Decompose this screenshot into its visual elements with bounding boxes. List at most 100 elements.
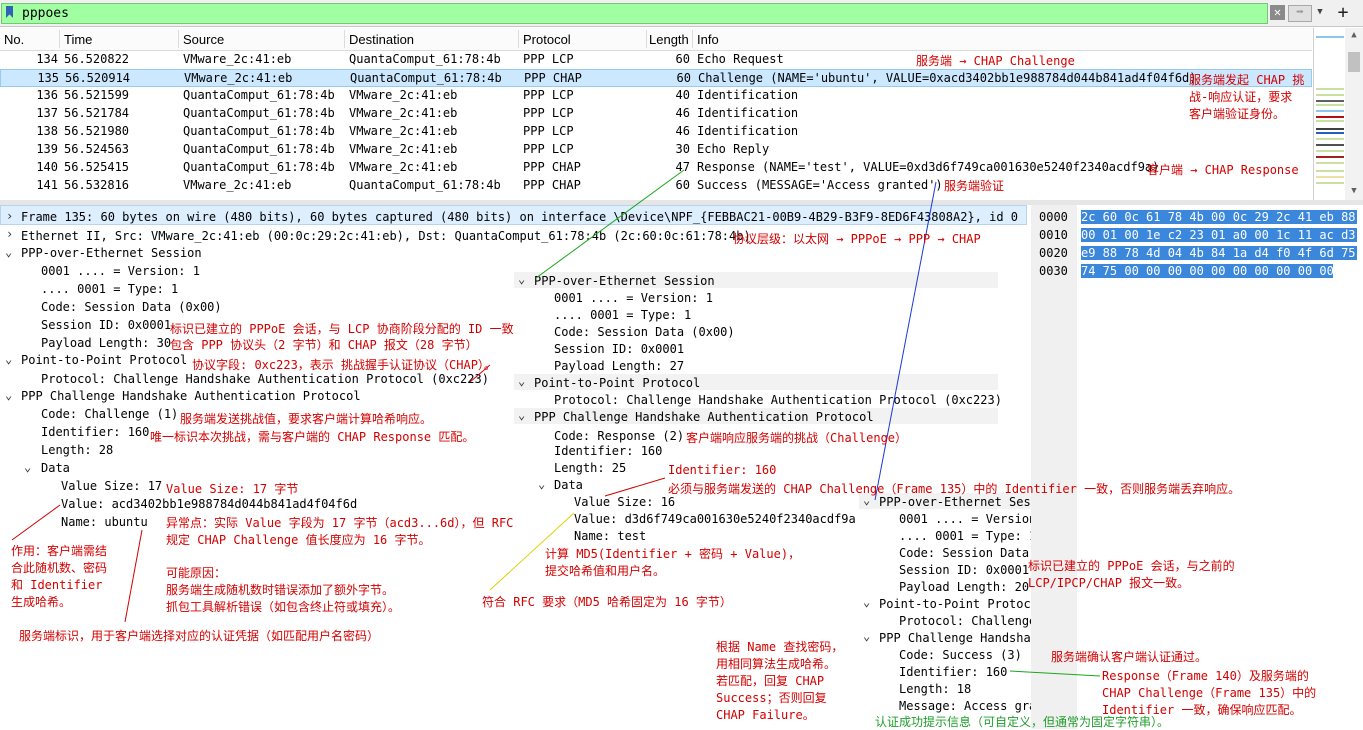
collapse-arrow-icon[interactable]: ⌄ bbox=[5, 245, 12, 259]
display-filter-input[interactable]: pppoes bbox=[1, 3, 1268, 24]
collapse-arrow-icon[interactable]: ⌄ bbox=[24, 460, 31, 474]
annotation: 必须与服务端发送的 CHAP Challenge（Frame 135）中的 Id… bbox=[668, 482, 1241, 496]
display-filter-toolbar: pppoes ✕ ➡ ▼ + bbox=[0, 0, 1363, 27]
annotation: 服务端发起 CHAP 挑 bbox=[1189, 73, 1305, 87]
filter-text[interactable]: pppoes bbox=[22, 6, 69, 21]
collapse-arrow-icon: ⌄ bbox=[863, 629, 871, 643]
column-time[interactable]: Time bbox=[64, 32, 92, 47]
packet-row[interactable]: 137 56.521784 QuantaComput_61:78:4b VMware_… bbox=[0, 105, 1312, 123]
column-info[interactable]: Info bbox=[697, 32, 719, 47]
annotation: 根据 Name 查找密码， bbox=[716, 640, 844, 654]
packet-row[interactable]: 135 56.520914 VMware_2c:41:eb QuantaComput_… bbox=[0, 69, 1312, 87]
chap-length[interactable]: Length: 28 bbox=[41, 443, 113, 457]
pppoe-session-id[interactable]: Session ID: 0x0001 bbox=[41, 318, 171, 332]
scroll-down-icon[interactable]: ▼ bbox=[1348, 186, 1360, 196]
packet-cell-proto: PPP CHAP bbox=[523, 160, 581, 174]
pppoe-title[interactable]: PPP-over-Ethernet Session bbox=[21, 246, 202, 260]
annotation: 服务端发送挑战值，要求客户端计算哈希响应。 bbox=[180, 412, 433, 426]
collapse-arrow-icon[interactable]: ⌄ bbox=[5, 352, 12, 366]
packet-row[interactable]: 136 56.521599 QuantaComput_61:78:4b VMware_… bbox=[0, 87, 1312, 105]
leader-line bbox=[604, 477, 666, 497]
annotation: 提交哈希值和用户名。 bbox=[545, 564, 666, 578]
column-no[interactable]: No. bbox=[4, 32, 24, 47]
scroll-up-icon[interactable]: ▲ bbox=[1348, 30, 1360, 40]
packet-cell-info: Echo Request bbox=[697, 52, 784, 66]
annotation: Value Size: 17 字节 bbox=[166, 482, 299, 496]
packet-cell-time: 56.525415 bbox=[64, 160, 130, 174]
annotation: 生成哈希。 bbox=[11, 595, 72, 609]
hex-bytes-line[interactable]: 2c 60 0c 61 78 4b 00 0c 29 2c 41 eb 88 bbox=[1081, 210, 1357, 224]
annotation: 服务端生成随机数时错误添加了额外字节。 bbox=[166, 583, 395, 597]
bookmark-icon[interactable] bbox=[6, 6, 13, 18]
expand-arrow-icon[interactable]: › bbox=[6, 209, 13, 223]
packet-cell-info: Identification bbox=[697, 88, 799, 102]
hex-bytes-line[interactable]: 00 01 00 1e c2 23 01 a0 00 1c 11 ac d3 bbox=[1081, 228, 1357, 242]
annotation: 唯一标识本次挑战，需与客户端的 CHAP Response 匹配。 bbox=[150, 430, 475, 444]
success-chap-code: Code: Success (3) bbox=[899, 648, 1022, 662]
column-destination[interactable]: Destination bbox=[349, 32, 414, 47]
plus-icon[interactable]: + bbox=[1333, 3, 1353, 22]
hex-bytes-line[interactable]: e9 88 78 4d 04 4b 84 1a d4 f0 4f 6d 75 bbox=[1081, 246, 1357, 260]
packet-cell-dst: QuantaComput_61:78:4b bbox=[349, 178, 501, 192]
column-length[interactable]: Length bbox=[649, 32, 689, 47]
value-size[interactable]: Value Size: 17 bbox=[61, 479, 162, 493]
annotation: Success；否则回复 bbox=[716, 691, 827, 705]
pppoe-version[interactable]: 0001 .... = Version: 1 bbox=[41, 264, 200, 278]
response-ppp-title: Point-to-Point Protocol bbox=[534, 376, 701, 390]
chap-code[interactable]: Code: Challenge (1) bbox=[41, 407, 178, 421]
packet-row[interactable]: 139 56.524563 QuantaComput_61:78:4b VMware_… bbox=[0, 141, 1312, 159]
dropdown-icon[interactable]: ▼ bbox=[1313, 5, 1327, 20]
packet-cell-src: VMware_2c:41:eb bbox=[183, 178, 292, 192]
packet-cell-time: 56.521784 bbox=[64, 106, 130, 120]
chap-value[interactable]: Value: acd3402bb1e988784d044b841ad4f04f6… bbox=[61, 497, 357, 511]
packet-cell-src: VMware_2c:41:eb bbox=[183, 52, 292, 66]
packet-row[interactable]: 134 56.520822 VMware_2c:41:eb QuantaComput_… bbox=[0, 51, 1312, 69]
annotation: 异常点：实际 Value 字段为 17 字节（acd3...6d），但 RFC bbox=[166, 516, 514, 530]
ppp-title[interactable]: Point-to-Point Protocol bbox=[21, 353, 187, 367]
chap-identifier[interactable]: Identifier: 160 bbox=[41, 425, 149, 439]
success-chap-id: Identifier: 160 bbox=[899, 665, 1008, 679]
packet-cell-info: Identification bbox=[697, 106, 799, 120]
chap-name[interactable]: Name: ubuntu bbox=[61, 515, 148, 529]
collapse-arrow-icon[interactable]: ⌄ bbox=[5, 388, 12, 402]
packet-cell-proto: PPP LCP bbox=[523, 142, 574, 156]
chap-title[interactable]: PPP Challenge Handshake Authentication P… bbox=[21, 389, 361, 403]
hex-offset: 0030 bbox=[1039, 264, 1068, 278]
packet-row[interactable]: 140 56.525415 QuantaComput_61:78:4b VMware_… bbox=[0, 159, 1312, 177]
packet-cell-src: QuantaComput_61:78:4b bbox=[183, 160, 335, 174]
packet-cell-len: 47 bbox=[675, 160, 690, 174]
packet-minimap[interactable] bbox=[1313, 28, 1346, 200]
clear-icon[interactable]: ✕ bbox=[1270, 5, 1285, 20]
frame-line[interactable]: Frame 135: 60 bytes on wire (480 bits), … bbox=[21, 210, 1018, 224]
ethernet-line[interactable]: Ethernet II, Src: VMware_2c:41:eb (00:0c… bbox=[21, 229, 751, 243]
hex-bytes-line[interactable]: 74 75 00 00 00 00 00 00 00 00 00 00 bbox=[1081, 264, 1333, 278]
packet-row[interactable]: 141 56.532816 VMware_2c:41:eb QuantaComput_… bbox=[0, 177, 1312, 195]
packet-list-scrollbar[interactable]: ▲ ▼ bbox=[1345, 28, 1363, 200]
annotation: 规定 CHAP Challenge 值长度应为 16 字节。 bbox=[166, 533, 431, 547]
success-ppp-title: Point-to-Point Protocol bbox=[879, 597, 1046, 611]
packet-cell-proto: PPP CHAP bbox=[524, 71, 582, 85]
column-source[interactable]: Source bbox=[183, 32, 224, 47]
packet-cell-src: QuantaComput_61:78:4b bbox=[183, 88, 335, 102]
pppoe-code[interactable]: Code: Session Data (0x00) bbox=[41, 300, 222, 314]
packet-cell-len: 46 bbox=[675, 124, 690, 138]
data-title[interactable]: Data bbox=[41, 461, 70, 475]
packet-cell-src: QuantaComput_61:78:4b bbox=[183, 106, 335, 120]
annotation: 包含 PPP 协议头（2 字节）和 CHAP 报文（28 字节） bbox=[170, 338, 478, 352]
scroll-thumb[interactable] bbox=[1348, 52, 1360, 72]
pppoe-payload-length[interactable]: Payload Length: 30 bbox=[41, 336, 171, 350]
packet-cell-dst: VMware_2c:41:eb bbox=[349, 142, 458, 156]
response-pppoe-session: Session ID: 0x0001 bbox=[554, 342, 685, 356]
response-ppp-protocol: Protocol: Challenge Handshake Authentica… bbox=[554, 393, 1002, 407]
packet-cell-info: Success (MESSAGE='Access granted') bbox=[697, 178, 943, 192]
ppp-protocol[interactable]: Protocol: Challenge Handshake Authentica… bbox=[41, 372, 489, 386]
packet-row[interactable]: 138 56.521980 QuantaComput_61:78:4b VMware_… bbox=[0, 123, 1312, 141]
response-pppoe-version: 0001 .... = Version: 1 bbox=[554, 291, 713, 305]
apply-arrow-icon[interactable]: ➡ bbox=[1288, 5, 1312, 22]
annotation: 可能原因： bbox=[166, 566, 227, 580]
expand-arrow-icon[interactable]: › bbox=[6, 227, 13, 241]
pppoe-type[interactable]: .... 0001 = Type: 1 bbox=[41, 282, 178, 296]
success-pppoe-type: .... 0001 = Type: 1 bbox=[899, 529, 1037, 543]
column-protocol[interactable]: Protocol bbox=[523, 32, 571, 47]
response-pppoe-code: Code: Session Data (0x00) bbox=[554, 325, 735, 339]
